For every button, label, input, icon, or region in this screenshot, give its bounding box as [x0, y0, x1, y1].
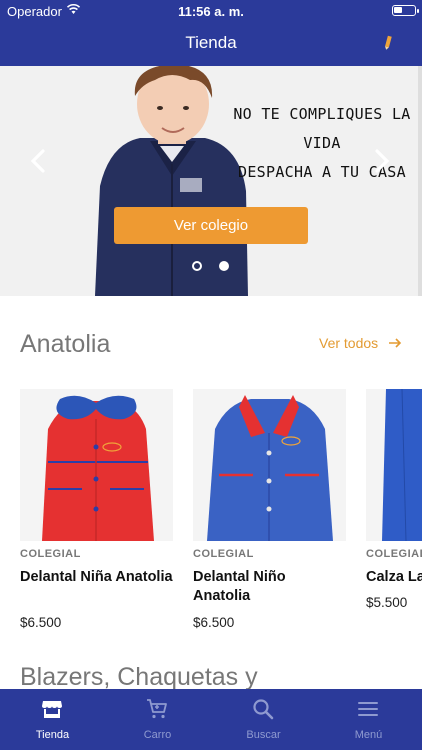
tab-menu[interactable]: Menú — [316, 689, 421, 750]
product-brand: COLEGIAL — [193, 548, 254, 560]
product-card[interactable]: COLEGIAL Calza La $5.500 — [366, 389, 422, 610]
section-title: Blazers, Chaquetas y — [20, 663, 258, 691]
hero-banner[interactable]: NO TE COMPLIQUES LA VIDA DESPACHA A TU C… — [0, 66, 422, 296]
banner-edge — [418, 66, 422, 296]
status-bar: Operador 11:56 a. m. — [0, 0, 422, 22]
product-brand: COLEGIAL — [20, 548, 81, 560]
product-name: Delantal Niña Anatolia — [20, 569, 173, 585]
see-all-link[interactable]: Ver todos — [319, 335, 402, 351]
product-price: $5.500 — [366, 595, 408, 610]
pencil-icon[interactable] — [384, 35, 392, 51]
chevron-right-icon[interactable] — [366, 146, 396, 176]
product-image — [193, 389, 346, 541]
tab-label: Buscar — [246, 729, 281, 741]
ver-colegio-button[interactable]: Ver colegio — [114, 207, 308, 244]
tab-label: Menú — [354, 729, 383, 741]
product-image — [366, 389, 422, 541]
tab-label: Carro — [143, 729, 172, 741]
cart-icon — [147, 699, 167, 719]
arrow-right-icon — [389, 338, 402, 348]
search-icon — [253, 699, 274, 720]
carousel-dot-2[interactable] — [219, 261, 229, 271]
product-carousel: COLEGIAL Delantal Niña Anatolia $6.500 C… — [0, 389, 422, 649]
product-brand: COLEGIAL — [366, 548, 422, 560]
section-title: Anatolia — [20, 330, 111, 358]
chevron-left-icon[interactable] — [24, 146, 54, 176]
tab-bar: Tienda Carro Buscar Menú — [0, 689, 422, 750]
carousel-dot-1[interactable] — [192, 261, 202, 271]
menu-icon — [358, 702, 378, 716]
product-price: $6.500 — [193, 615, 235, 630]
product-name: Calza La — [366, 569, 422, 585]
tab-tienda[interactable]: Tienda — [0, 689, 105, 750]
tab-buscar[interactable]: Buscar — [211, 689, 316, 750]
product-name: Delantal Niño Anatolia — [193, 569, 286, 604]
header: Operador 11:56 a. m. Tienda — [0, 0, 422, 66]
product-price: $6.500 — [20, 615, 62, 630]
product-image — [20, 389, 173, 541]
see-all-label: Ver todos — [319, 335, 379, 351]
product-card[interactable]: COLEGIAL Delantal Niño Anatolia $6.500 — [193, 389, 346, 630]
page-title: Tienda — [185, 33, 237, 52]
product-card[interactable]: COLEGIAL Delantal Niña Anatolia $6.500 — [20, 389, 173, 630]
tab-label: Tienda — [35, 729, 70, 741]
tab-carro[interactable]: Carro — [105, 689, 210, 750]
app-screen: Operador 11:56 a. m. Tienda NO TE COMPLI… — [0, 0, 422, 750]
battery-icon — [392, 5, 419, 16]
battery-level — [394, 7, 402, 13]
store-icon — [42, 701, 62, 718]
status-time: 11:56 a. m. — [178, 4, 244, 19]
